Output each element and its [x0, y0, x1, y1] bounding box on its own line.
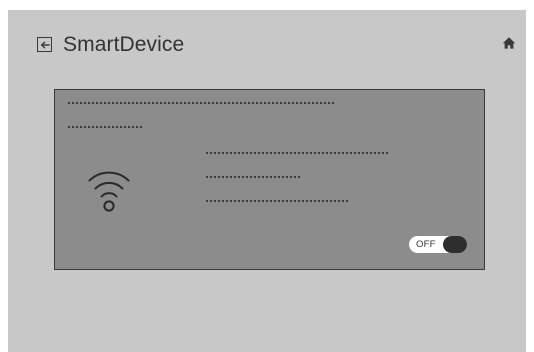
placeholder-text-line	[67, 102, 335, 104]
placeholder-text-line	[205, 152, 389, 154]
placeholder-text-line	[67, 126, 143, 128]
header: SmartDevice	[8, 10, 526, 80]
back-arrow-icon	[40, 41, 50, 48]
toggle-state-label: OFF	[416, 239, 436, 250]
back-button[interactable]	[37, 37, 52, 52]
app-screen: SmartDevice OFF	[8, 10, 526, 352]
toggle-knob	[443, 236, 467, 253]
page-title: SmartDevice	[63, 33, 185, 56]
power-toggle[interactable]: OFF	[409, 236, 467, 253]
placeholder-text-line	[205, 200, 349, 202]
wifi-icon	[88, 171, 130, 212]
home-button[interactable]	[502, 36, 516, 50]
device-card: OFF	[54, 89, 485, 270]
home-icon	[502, 37, 516, 49]
placeholder-text-line	[205, 176, 301, 178]
